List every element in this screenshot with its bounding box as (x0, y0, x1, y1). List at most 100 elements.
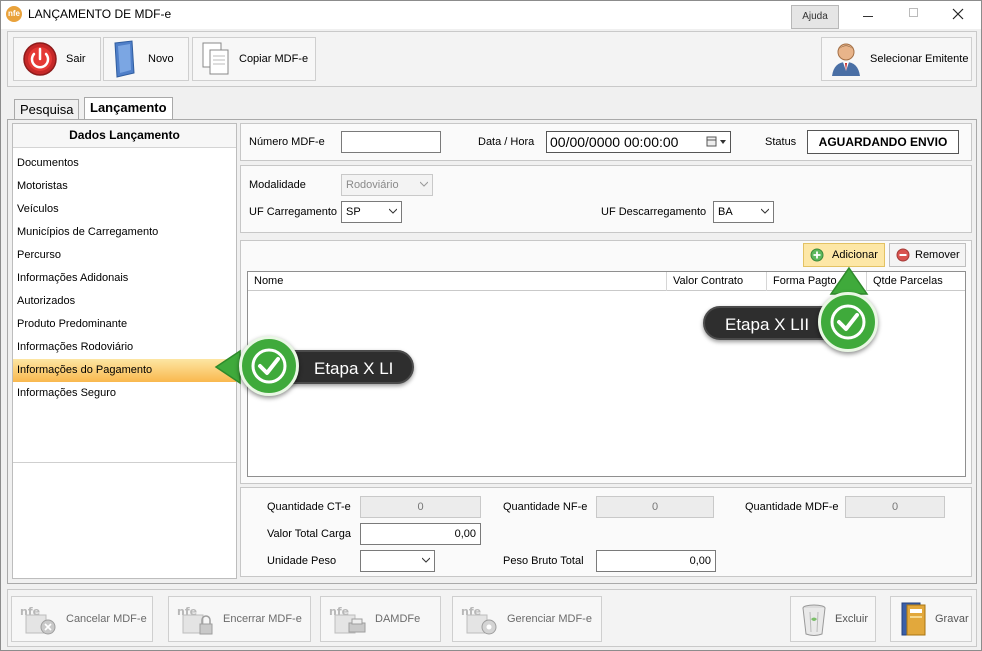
gerenciar-mdfe-button[interactable]: nfe Gerenciar MDF-e (452, 596, 602, 642)
sidebar: Dados Lançamento Documentos Motoristas V… (12, 123, 237, 579)
qtd-mdfe-field: 0 (845, 496, 945, 518)
step-check-badge-2 (818, 292, 878, 352)
uf-carregamento-label: UF Carregamento (249, 206, 338, 218)
uf-carregamento-select[interactable]: SP (341, 201, 402, 223)
close-button[interactable] (943, 5, 973, 23)
sidebar-item-produto-predominante[interactable]: Produto Predominante (13, 313, 236, 336)
novo-button[interactable]: Novo (103, 37, 189, 81)
tab-pesquisa[interactable]: Pesquisa (14, 99, 80, 119)
data-hora-label: Data / Hora (478, 136, 535, 148)
qtd-nfe-field: 0 (596, 496, 714, 518)
nfe-manage-icon: nfe (461, 605, 497, 635)
column-header-valor-contrato[interactable]: Valor Contrato (667, 272, 767, 291)
check-icon (830, 304, 866, 340)
maximize-button[interactable] (898, 5, 928, 23)
minimize-button[interactable] (853, 5, 883, 23)
uf-descarregamento-label: UF Descarregamento (601, 206, 707, 218)
uf-descarregamento-select[interactable]: BA (713, 201, 774, 223)
peso-bruto-total-label: Peso Bruto Total (503, 555, 584, 567)
title-bar: nfe LANÇAMENTO DE MDF-e Ajuda (1, 1, 981, 29)
window-title: LANÇAMENTO DE MDF-e (28, 7, 172, 21)
gravar-label: Gravar (935, 613, 969, 625)
nfe-lock-icon: nfe (177, 605, 213, 635)
new-document-icon (114, 40, 135, 78)
sidebar-divider (13, 462, 236, 463)
numero-mdfe-label: Número MDF-e (249, 136, 325, 148)
sair-button[interactable]: Sair (13, 37, 101, 81)
peso-bruto-total-input[interactable]: 0,00 (596, 550, 716, 572)
status-label: Status (765, 136, 797, 148)
adicionar-button[interactable]: Adicionar (803, 243, 885, 267)
sidebar-item-informacoes-rodoviario[interactable]: Informações Rodoviário (13, 336, 236, 359)
column-header-qtde-parcelas[interactable]: Qtde Parcelas (867, 272, 965, 291)
numero-mdfe-input[interactable] (341, 131, 441, 153)
sair-label: Sair (66, 53, 86, 65)
excluir-label: Excluir (835, 613, 869, 625)
minimize-icon (863, 16, 873, 17)
selecionar-emitente-button[interactable]: Selecionar Emitente (821, 37, 972, 81)
cancelar-mdfe-button[interactable]: nfe Cancelar MDF-e (11, 596, 153, 642)
main-toolbar: Sair Novo Copiar MDF-e Selecionar Emiten… (7, 31, 977, 87)
sidebar-item-autorizados[interactable]: Autorizados (13, 290, 236, 313)
novo-label: Novo (148, 53, 174, 65)
transport-panel: Modalidade Rodoviário UF Carregamento SP… (240, 165, 972, 233)
save-folder-icon (901, 602, 926, 636)
valor-total-carga-label: Valor Total Carga (267, 528, 351, 540)
sidebar-item-municipios[interactable]: Municípios de Carregamento (13, 221, 236, 244)
chevron-down-icon (761, 208, 769, 214)
encerrar-mdfe-button[interactable]: nfe Encerrar MDF-e (168, 596, 311, 642)
sidebar-item-percurso[interactable]: Percurso (13, 244, 236, 267)
modalidade-value: Rodoviário (346, 179, 399, 191)
maximize-icon (908, 8, 918, 17)
bottom-toolbar: nfe Cancelar MDF-e nfe Encerrar MDF-e nf… (7, 589, 977, 647)
remover-button[interactable]: Remover (889, 243, 966, 267)
sidebar-item-veiculos[interactable]: Veículos (13, 198, 236, 221)
damdfe-button[interactable]: nfe DAMDFe (320, 596, 441, 642)
sidebar-item-informacoes-adicionais[interactable]: Informações Adidonais (13, 267, 236, 290)
selecionar-emitente-label: Selecionar Emitente (870, 53, 969, 65)
sidebar-item-informacoes-seguro[interactable]: Informações Seguro (13, 382, 236, 405)
trash-icon (802, 604, 826, 636)
data-hora-picker[interactable]: 00/00/0000 00:00:00 (546, 131, 731, 153)
sidebar-item-informacoes-pagamento[interactable]: Informações do Pagamento (13, 359, 236, 382)
gerenciar-mdfe-label: Gerenciar MDF-e (507, 613, 592, 625)
remove-icon (896, 248, 910, 262)
cancelar-mdfe-label: Cancelar MDF-e (66, 613, 147, 625)
gravar-button[interactable]: Gravar (890, 596, 972, 642)
modalidade-select[interactable]: Rodoviário (341, 174, 433, 196)
app-logo-icon: nfe (6, 6, 22, 22)
sidebar-item-documentos[interactable]: Documentos (13, 152, 236, 175)
qtd-cte-field: 0 (360, 496, 481, 518)
status-value: AGUARDANDO ENVIO (807, 130, 959, 154)
nfe-printer-icon: nfe (329, 605, 366, 634)
qtd-mdfe-label: Quantidade MDF-e (745, 501, 839, 513)
copiar-mdfe-button[interactable]: Copiar MDF-e (192, 37, 316, 81)
remover-label: Remover (915, 249, 960, 261)
uf-descarregamento-value: BA (718, 206, 733, 218)
data-hora-value: 00/00/0000 00:00:00 (550, 134, 679, 150)
column-header-nome[interactable]: Nome (248, 272, 667, 291)
encerrar-mdfe-label: Encerrar MDF-e (223, 613, 302, 625)
qtd-nfe-label: Quantidade NF-e (503, 501, 588, 513)
valor-total-carga-input[interactable]: 0,00 (360, 523, 481, 545)
power-icon (23, 42, 57, 76)
user-icon (832, 43, 860, 76)
chevron-down-icon (389, 208, 397, 214)
qtd-cte-label: Quantidade CT-e (267, 501, 351, 513)
nfe-cancel-icon: nfe (20, 605, 56, 635)
help-button[interactable]: Ajuda (791, 5, 839, 29)
copiar-label: Copiar MDF-e (239, 53, 309, 65)
check-icon (251, 348, 287, 384)
chevron-down-icon (422, 557, 430, 563)
excluir-button[interactable]: Excluir (790, 596, 876, 642)
totals-panel: Quantidade CT-e 0 Quantidade NF-e 0 Quan… (240, 487, 972, 577)
copy-icon (202, 42, 229, 75)
main-window: nfe LANÇAMENTO DE MDF-e Ajuda Sair Novo (0, 0, 982, 651)
sidebar-item-motoristas[interactable]: Motoristas (13, 175, 236, 198)
tab-lancamento[interactable]: Lançamento (84, 97, 173, 120)
unidade-peso-select[interactable] (360, 550, 435, 572)
unidade-peso-label: Unidade Peso (267, 555, 337, 567)
calendar-dropdown-icon (706, 136, 726, 147)
adicionar-label: Adicionar (832, 249, 878, 261)
step-check-badge-1 (239, 336, 299, 396)
